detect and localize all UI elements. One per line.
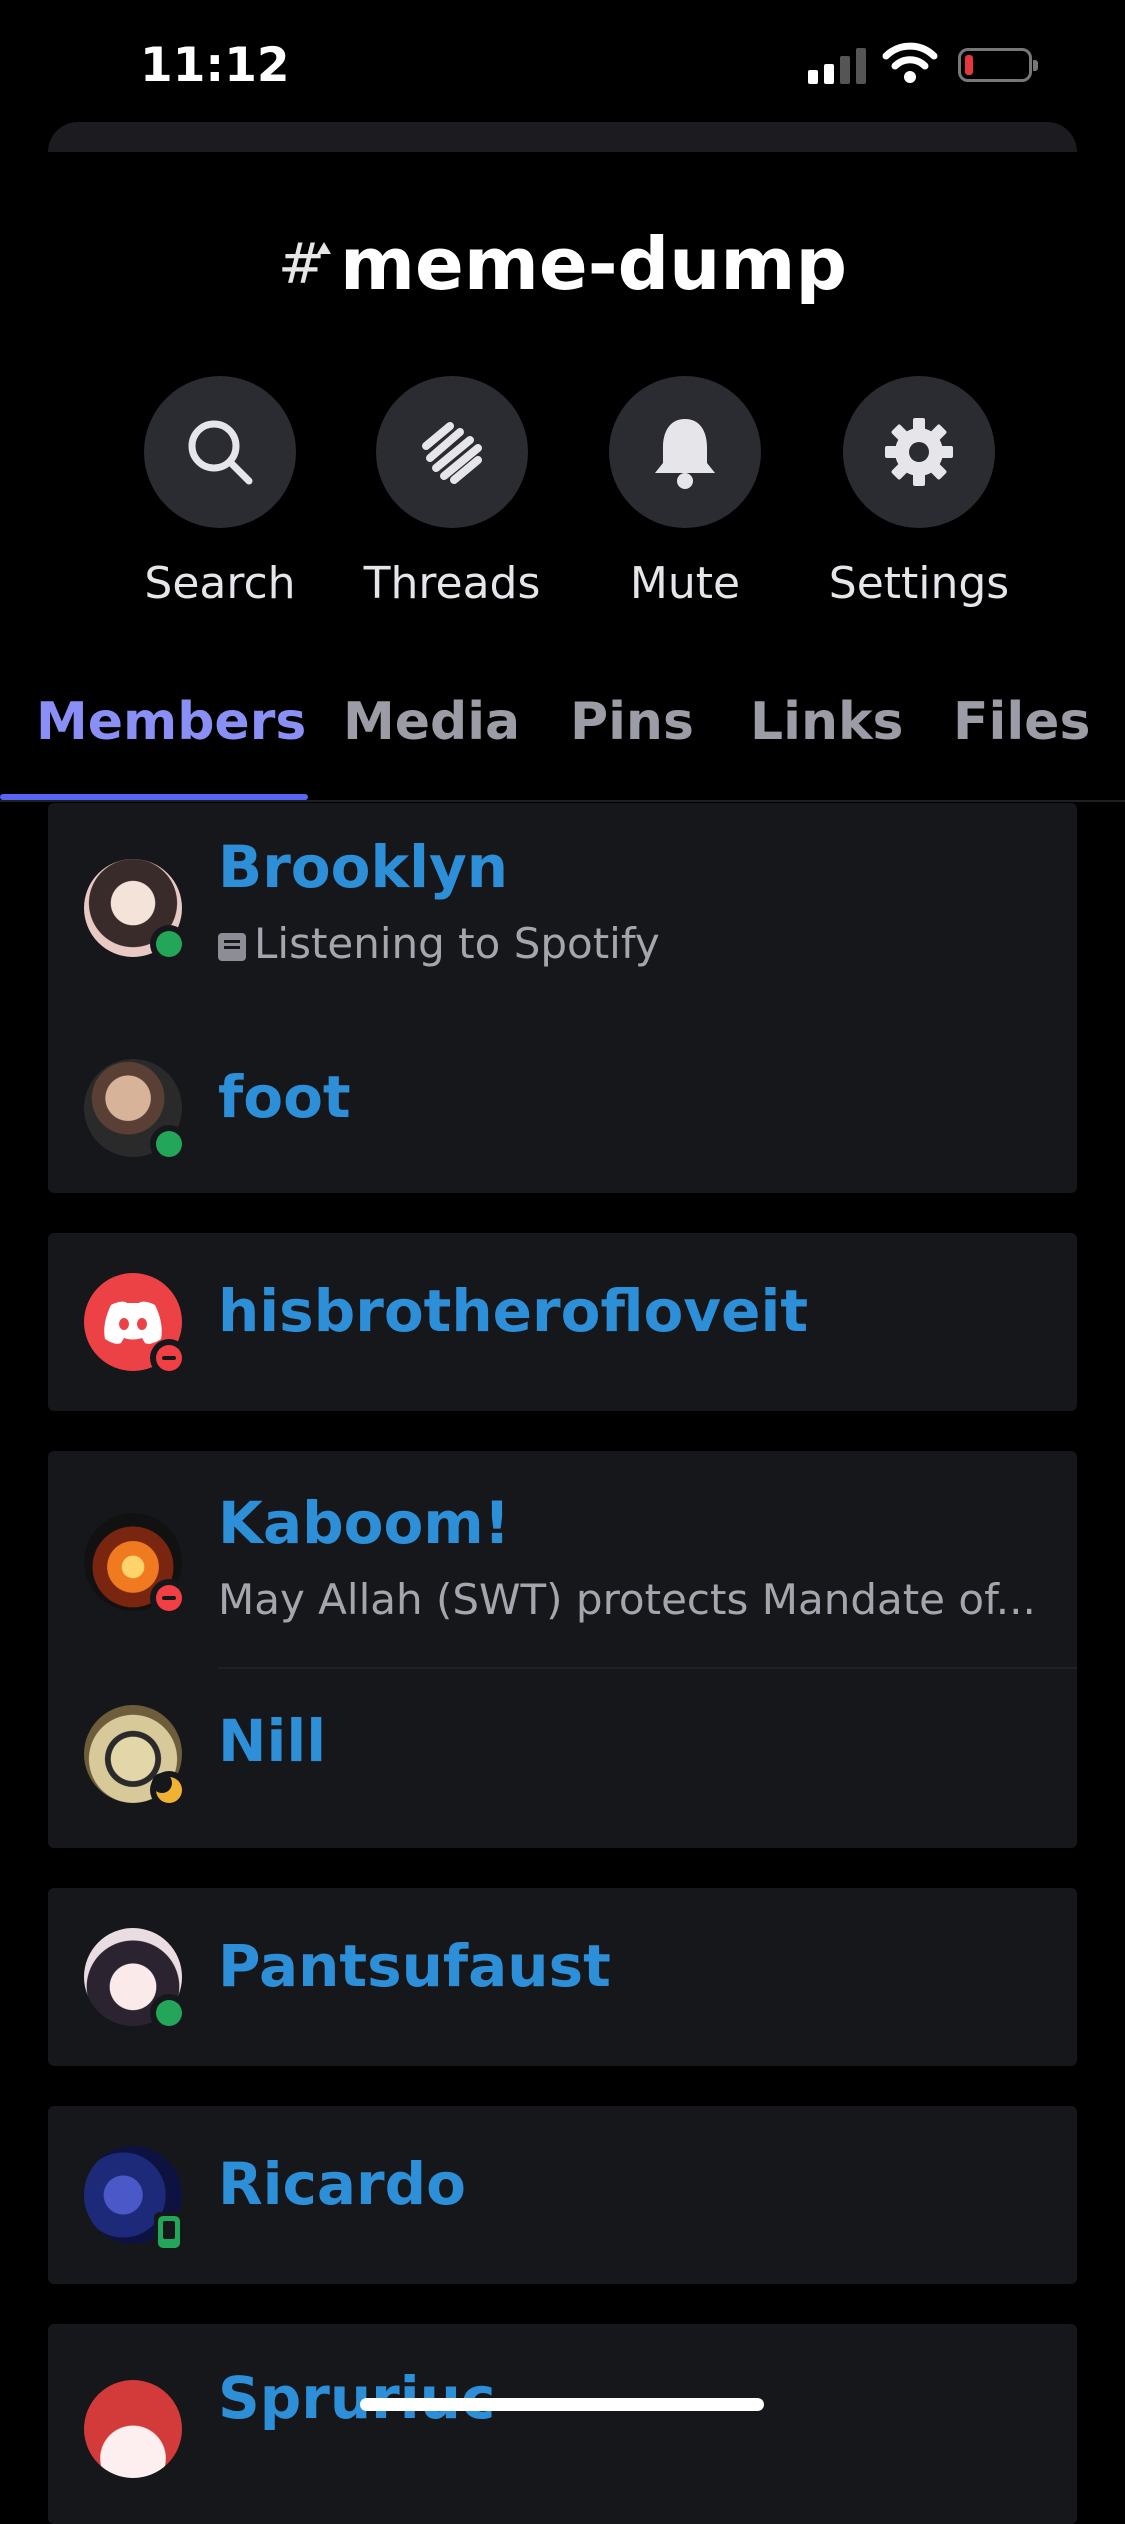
member-row-pantsufaust[interactable]: Pantsufaust [48,1888,1077,2066]
sheet-background [48,122,1077,152]
avatar [84,1273,188,1377]
channel-header: # meme-dump [0,222,1125,306]
status-time: 11:12 [140,38,290,93]
member-row-ricardo[interactable]: Ricardo [48,2106,1077,2284]
status-online-icon [150,1994,188,2032]
member-name: Kaboom! [218,1489,511,1557]
avatar [84,1928,188,2032]
member-name: hisbrotherofloveit [218,1277,809,1345]
gear-icon [885,418,953,486]
status-idle-icon [150,1771,188,1809]
member-activity: Listening to Spotify [218,919,660,968]
channel-name: meme-dump [340,222,847,306]
search-label: Search [144,558,296,609]
tab-files[interactable]: Files [953,692,1090,752]
member-row-nill[interactable]: Nill [48,1669,1077,1848]
cellular-signal-icon [808,46,866,84]
member-row-hisbrotherofloveit[interactable]: hisbrotherofloveit [48,1233,1077,1411]
member-name: Ricardo [218,2150,467,2218]
member-group: Ricardo [48,2106,1077,2284]
tab-links[interactable]: Links [750,692,904,752]
tab-members[interactable]: Members [36,692,306,752]
battery-icon [958,48,1038,82]
member-group: Pantsufaust [48,1888,1077,2066]
member-name: Nill [218,1707,327,1775]
hashtag-lock-icon: # [278,231,325,297]
status-dnd-icon [150,1579,188,1617]
tab-bar: Members Media Pins Links Files [0,680,1125,802]
avatar [84,1059,188,1163]
tab-media[interactable]: Media [343,692,520,752]
member-name: Brooklyn [218,833,509,901]
member-row-spruriuc[interactable]: Spruriuс [48,2324,1077,2502]
member-row-kaboom[interactable]: Kaboom! May Allah (SWT) protects Mandate… [48,1451,1077,1669]
home-indicator[interactable] [360,2398,764,2411]
settings-button[interactable]: Settings [819,376,1019,609]
mute-label: Mute [629,558,741,609]
avatar [84,2146,184,2252]
member-name: foot [218,1063,351,1131]
threads-icon [422,422,482,484]
status-online-icon [150,925,188,963]
search-button[interactable]: Search [120,376,320,609]
status-online-icon [150,1125,188,1163]
settings-label: Settings [828,558,1010,609]
member-name: Pantsufaust [218,1932,611,2000]
member-group: Brooklyn Listening to Spotify foot [48,803,1077,1193]
member-row-foot[interactable]: foot [48,1023,1077,1193]
member-activity: May Allah (SWT) protects Mandate of... [218,1575,1036,1624]
wifi-icon [882,42,938,83]
discord-logo-icon [104,1301,162,1344]
member-group: hisbrotherofloveit [48,1233,1077,1411]
search-icon [188,420,253,485]
tab-pins[interactable]: Pins [570,692,694,752]
member-group: Kaboom! May Allah (SWT) protects Mandate… [48,1451,1077,1848]
avatar [84,1705,188,1809]
activity-icon [218,932,246,961]
threads-button[interactable]: Threads [352,376,552,609]
bell-icon [655,419,715,489]
status-mobile-icon [154,2212,184,2252]
member-group: Spruriuс [48,2324,1077,2524]
status-dnd-icon [150,1339,188,1377]
avatar [84,1513,188,1617]
member-row-brooklyn[interactable]: Brooklyn Listening to Spotify [48,803,1077,1023]
mute-button[interactable]: Mute [585,376,785,609]
threads-label: Threads [363,558,541,609]
avatar [84,2380,182,2478]
active-tab-indicator [0,794,308,800]
avatar [84,859,188,963]
